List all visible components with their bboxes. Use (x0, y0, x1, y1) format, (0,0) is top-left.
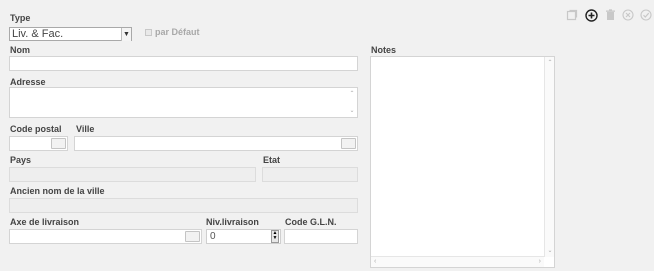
scroll-up-icon[interactable]: ⌃ (545, 59, 555, 67)
ville-label: Ville (76, 124, 95, 134)
code-postal-picker-button[interactable] (51, 138, 66, 149)
code-postal-input[interactable] (9, 136, 68, 151)
notes-horizontal-scrollbar[interactable]: ‹ › (371, 256, 544, 267)
niv-livraison-label: Niv.livraison (206, 217, 259, 227)
contact-address-form: { "type_section": { "label": "Type", "se… (0, 0, 654, 271)
ville-picker-button[interactable] (341, 138, 356, 149)
ville-input[interactable] (74, 136, 358, 151)
copy-icon[interactable] (565, 8, 579, 22)
niv-livraison-value: 0 (210, 231, 216, 242)
type-label: Type (10, 13, 31, 23)
stepper-arrows[interactable]: ▲ ▼ (271, 230, 279, 243)
validate-icon[interactable] (639, 8, 653, 22)
scroll-left-icon[interactable]: ‹ (374, 257, 376, 267)
etat-input[interactable] (262, 167, 358, 182)
axe-livraison-label: Axe de livraison (10, 217, 80, 227)
adresse-label: Adresse (10, 77, 46, 87)
notes-textarea[interactable]: ⌃ ⌄ ‹ › (370, 56, 555, 268)
axe-livraison-picker-button[interactable] (185, 231, 200, 242)
etat-label: Etat (263, 155, 281, 165)
chevron-down-icon[interactable]: ▼ (272, 236, 278, 241)
nom-input[interactable] (9, 56, 358, 71)
cancel-icon[interactable] (621, 8, 635, 22)
add-icon[interactable] (584, 8, 598, 22)
scroll-right-icon[interactable]: › (539, 257, 541, 267)
code-gln-label: Code G.L.N. (285, 217, 337, 227)
adresse-textarea[interactable]: ⌃ ⌄ (9, 87, 358, 118)
ancien-nom-input[interactable] (9, 198, 358, 213)
notes-label: Notes (371, 45, 397, 55)
code-gln-input[interactable] (284, 229, 358, 244)
scroll-down-icon[interactable]: ⌄ (347, 107, 357, 115)
code-postal-label: Code postal (10, 124, 62, 134)
notes-vertical-scrollbar[interactable]: ⌃ ⌄ (544, 57, 554, 257)
adresse-scrollbar[interactable]: ⌃ ⌄ (347, 88, 357, 117)
pays-label: Pays (10, 155, 32, 165)
scroll-down-icon[interactable]: ⌄ (545, 247, 555, 255)
niv-livraison-stepper[interactable]: 0 ▲ ▼ (206, 229, 281, 244)
nom-label: Nom (10, 45, 30, 55)
type-select-value: Liv. & Fac. (12, 28, 64, 40)
default-checkbox[interactable] (145, 29, 152, 36)
ancien-nom-label: Ancien nom de la ville (10, 186, 105, 196)
axe-livraison-input[interactable] (9, 229, 202, 244)
scroll-up-icon[interactable]: ⌃ (347, 90, 357, 98)
delete-icon[interactable] (603, 8, 617, 22)
chevron-down-icon[interactable]: ▼ (121, 28, 131, 41)
default-checkbox-label: par Défaut (155, 27, 200, 37)
pays-input[interactable] (9, 167, 256, 182)
type-select[interactable]: Liv. & Fac. ▼ (9, 27, 132, 41)
